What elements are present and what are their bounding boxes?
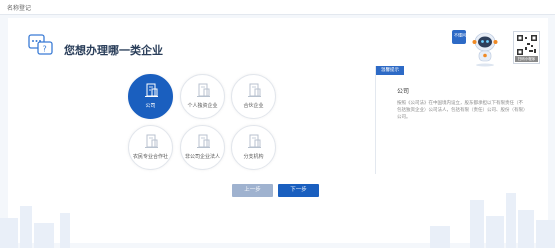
svg-text:?: ? — [43, 45, 47, 54]
building-icon — [197, 83, 210, 97]
building-icon — [248, 83, 261, 97]
option-cooperative[interactable]: 农民专业合作社 — [128, 125, 173, 170]
tip-tag: 温馨提示 — [376, 66, 404, 75]
robot-assistant-icon[interactable]: 不懂问我 — [452, 28, 504, 68]
option-label: 非公司企业法人 — [184, 154, 220, 160]
option-label: 个人独资企业 — [187, 103, 218, 109]
option-label: 合伙企业 — [243, 103, 264, 109]
qr-label: 扫码小程序 — [515, 56, 538, 62]
building-icon — [197, 134, 210, 148]
qr-code: 扫码小程序 — [513, 31, 540, 64]
option-label: 分支机构 — [243, 154, 264, 160]
robot-bubble-text: 不懂问我 — [454, 32, 470, 38]
building-icon — [145, 134, 158, 148]
option-branch[interactable]: 分支机构 — [231, 125, 276, 170]
next-step-button[interactable]: 下一步 — [278, 184, 319, 197]
tip-panel: 温馨提示 公司 按照《公司法》在中国境内设立，股东都承担以下有限责任（不包括独资… — [375, 66, 540, 174]
option-non-company-legal-person[interactable]: 非公司企业法人 — [180, 125, 225, 170]
building-icon — [248, 134, 261, 148]
option-partnership[interactable]: 合伙企业 — [231, 74, 276, 119]
prev-step-button[interactable]: 上一步 — [232, 184, 273, 197]
top-bar: 名称登记 — [0, 0, 555, 15]
option-company[interactable]: 公司 — [128, 74, 173, 119]
page-title: 您想办理哪一类企业 — [64, 44, 163, 57]
option-label: 农民专业合作社 — [132, 154, 168, 160]
chat-question-icon: ? — [28, 34, 53, 55]
building-icon — [145, 83, 158, 97]
qr-code-icon — [517, 35, 537, 55]
tip-text: 按照《公司法》在中国境内设立，股东都承担以下有限责任（不包括独资企业）公司法人，… — [397, 101, 526, 120]
tip-title: 公司 — [397, 88, 410, 95]
option-sole-proprietorship[interactable]: 个人独资企业 — [180, 74, 225, 119]
option-label: 公司 — [145, 103, 156, 109]
window-title: 名称登记 — [7, 5, 32, 12]
